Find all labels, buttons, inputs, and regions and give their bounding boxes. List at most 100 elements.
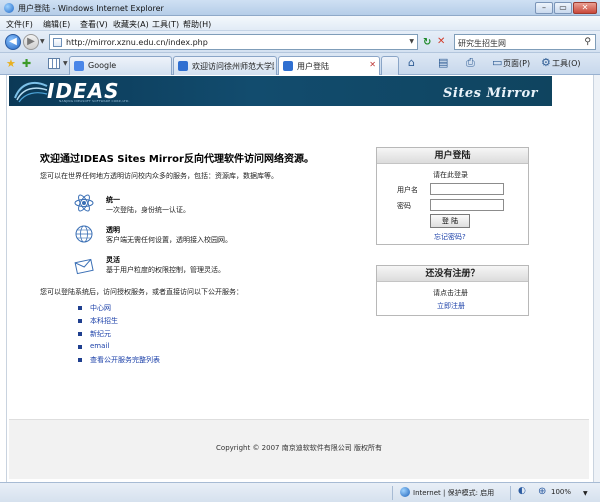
menu-tools[interactable]: 工具(T) [152,19,179,30]
address-url: http://mirror.xznu.edu.cn/index.php [66,38,208,47]
logo-subtitle: NANJING IDEASOFT SOFTWARE CORP.,LTD. [59,99,130,103]
register-prompt: 请点击注册 [433,289,468,297]
ie-logo-icon [4,3,14,13]
search-icon[interactable]: ⚲ [584,37,591,47]
envelope-icon [74,258,94,275]
page-icon [53,38,62,47]
feeds-icon[interactable]: ▤ [438,56,448,69]
menu-edit[interactable]: 编辑(E) [43,19,70,30]
scrollbar[interactable] [594,75,600,482]
sites-mirror-title: Sites Mirror [443,86,538,101]
menu-file[interactable]: 文件(F) [6,19,33,30]
zoom-dropdown-icon[interactable]: ▼ [583,490,588,497]
register-panel: 还没有注册？ 请点击注册 立即注册 [376,265,529,316]
feature-desc-transparent: 客户端无需任何设置，透明接入校园网。 [106,236,232,244]
tab-close-icon[interactable]: ✕ [369,60,376,69]
internet-globe-icon [400,487,410,497]
title-bar: 用户登陆 - Windows Internet Explorer – ▭ ✕ [0,0,600,16]
status-bar: Internet | 保护模式: 启用 ◐ ⊕ 100% ▼ [0,482,600,502]
services-intro-text: 您可以登陆系统后，访问授权服务，或者直接访问以下公开服务： [40,288,243,296]
menu-view[interactable]: 查看(V) [80,19,108,30]
maximize-button[interactable]: ▭ [554,2,572,14]
add-favorite-icon[interactable]: ✚ [22,57,31,70]
ideas-swoosh-icon [14,81,48,103]
favorites-star-icon[interactable]: ★ [6,57,16,70]
address-bar-row: ◀ ▶ ▼ http://mirror.xznu.edu.cn/index.ph… [0,31,600,53]
address-input[interactable]: http://mirror.xznu.edu.cn/index.php ▼ [49,34,418,50]
address-dropdown-icon[interactable]: ▼ [409,38,414,45]
tab-label: 用户登陆 [297,62,329,71]
intro-text: 您可以在世界任何地方透明访问校内众多的服务，包括：资源库，数据库等。 [40,172,278,180]
tools-menu[interactable]: 工具(O) [552,58,581,69]
tab-label: Google [88,61,117,70]
security-zone-text: Internet | 保护模式: 启用 [413,489,495,497]
history-dropdown-icon[interactable]: ▼ [40,38,45,45]
tab-label: 欢迎访问徐州师范大学网... [192,62,274,71]
tab-google[interactable]: Google [69,56,172,75]
menu-help[interactable]: 帮助(H) [183,19,211,30]
bullet-icon [78,306,82,310]
page-favicon-icon [178,61,188,71]
tab-xznu[interactable]: 欢迎访问徐州师范大学网... [173,56,277,75]
password-field[interactable] [430,199,504,211]
tab-user-login[interactable]: 用户登陆 ✕ [278,56,380,76]
feature-title-unified: 统一 [106,196,120,204]
login-panel-title: 用户登陆 [377,148,528,164]
forgot-password-link[interactable]: 忘记密码? [434,232,466,242]
page-favicon-icon [283,61,293,71]
service-link-newera[interactable]: 新纪元 [90,329,111,339]
quick-tabs-icon[interactable] [48,58,60,69]
zoom-level[interactable]: 100% [551,488,571,496]
bullet-icon [78,332,82,336]
refresh-icon[interactable]: ↻ [423,37,431,48]
login-button[interactable]: 登 陆 [430,214,470,228]
stop-icon[interactable]: ✕ [437,36,445,47]
bullet-icon [78,345,82,349]
zoom-icon[interactable]: ⊕ [538,486,546,497]
tab-bar: ★ ✚ ▼ Google 欢迎访问徐州师范大学网... 用户登陆 ✕ ⌂ ▤ ⎙… [0,53,600,76]
login-panel: 用户登陆 请在此登录 用户名 密码 登 陆 忘记密码? [376,147,529,245]
login-prompt: 请在此登录 [433,171,468,179]
tools-gear-icon[interactable]: ⚙ [541,56,551,69]
print-icon[interactable]: ⎙ [466,56,475,70]
globe-icon [75,225,93,243]
page-icon[interactable]: ▭ [492,56,502,69]
bullet-icon [78,319,82,323]
service-link-email[interactable]: email [90,342,109,350]
service-link-undergrad[interactable]: 本科招生 [90,316,118,326]
back-button[interactable]: ◀ [5,34,21,50]
page-heading: 欢迎通过IDEAS Sites Mirror反向代理软件访问网络资源。 [40,154,314,165]
feature-desc-unified: 一次登陆，身份统一认证。 [106,206,190,214]
menu-bar: 文件(F) 编辑(E) 查看(V) 收藏夹(A) 工具(T) 帮助(H) [0,16,600,31]
page-menu[interactable]: 页面(P) [503,58,530,69]
google-favicon-icon [74,61,84,71]
feature-desc-flexible: 基于用户粒度的权限控制，管理灵活。 [106,266,225,274]
home-icon[interactable]: ⌂ [408,56,415,69]
status-divider [392,486,393,500]
forward-button[interactable]: ▶ [23,34,39,50]
register-link[interactable]: 立即注册 [437,301,465,311]
username-field[interactable] [430,183,504,195]
service-link-center[interactable]: 中心网 [90,303,111,313]
service-link-full-list[interactable]: 查看公开服务完整列表 [90,355,160,365]
password-label: 密码 [397,202,411,210]
feature-title-flexible: 灵活 [106,256,120,264]
menu-favorites[interactable]: 收藏夹(A) [113,19,149,30]
footer: Copyright © 2007 南京迪软软件有限公司 版权所有 [9,419,589,479]
minimize-button[interactable]: – [535,2,553,14]
feature-title-transparent: 透明 [106,226,120,234]
status-divider [510,486,511,500]
new-tab-button[interactable] [381,56,399,75]
window-controls: – ▭ ✕ [535,2,597,14]
window-title: 用户登陆 - Windows Internet Explorer [18,4,164,13]
copyright-text: Copyright © 2007 南京迪软软件有限公司 版权所有 [216,444,382,452]
site-banner: IDEAS NANJING IDEASOFT SOFTWARE CORP.,LT… [9,76,552,106]
tab-list-dropdown-icon[interactable]: ▼ [63,60,68,67]
search-placeholder: 研究生招生网 [458,39,506,48]
atom-icon [74,194,94,212]
protected-mode-icon: ◐ [518,486,526,496]
bullet-icon [78,358,82,362]
search-input[interactable]: 研究生招生网 ⚲ [454,34,596,50]
register-panel-title: 还没有注册？ [377,266,528,282]
close-button[interactable]: ✕ [573,2,597,14]
